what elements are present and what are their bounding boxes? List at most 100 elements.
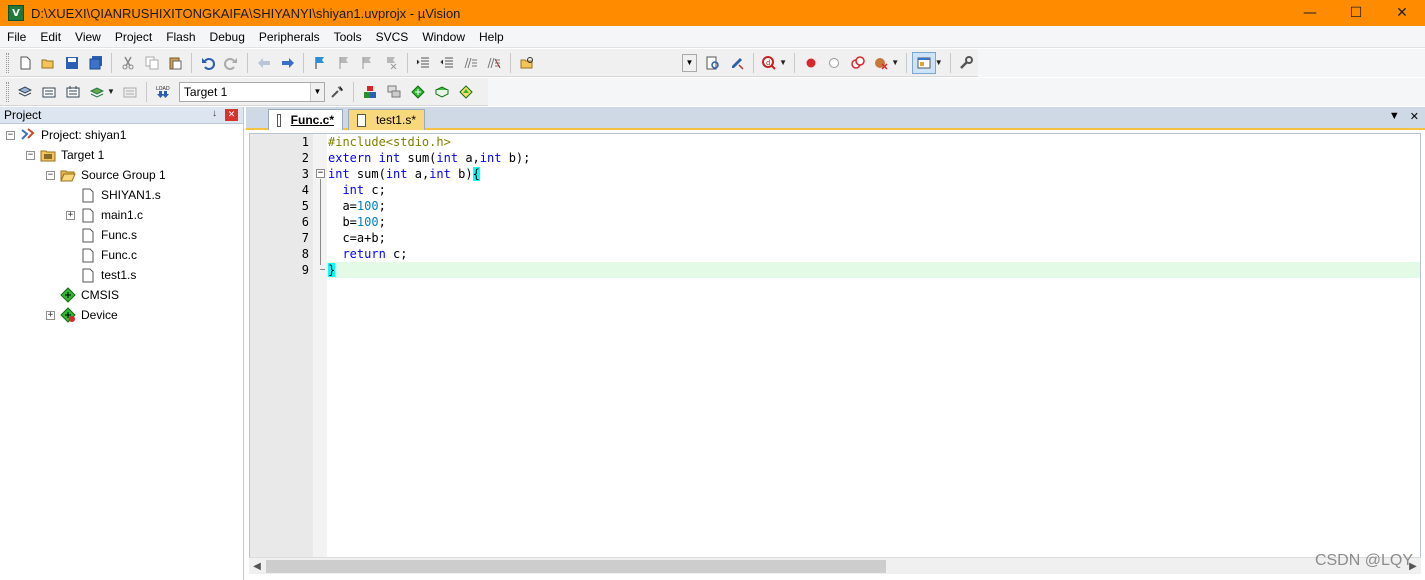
toolbar-grip[interactable]: [6, 81, 9, 102]
menu-edit[interactable]: Edit: [33, 26, 68, 48]
menu-debug[interactable]: Debug: [203, 26, 252, 48]
bookmark-clear-icon[interactable]: [380, 52, 402, 74]
menu-project[interactable]: Project: [108, 26, 159, 48]
file-icon: [80, 207, 96, 223]
translate-icon[interactable]: [14, 81, 36, 103]
cut-icon[interactable]: [117, 52, 139, 74]
close-panel-icon[interactable]: ✕: [225, 109, 238, 121]
pack-installer-icon[interactable]: [455, 81, 477, 103]
collapse-icon[interactable]: −: [6, 130, 15, 140]
menu-view[interactable]: View: [68, 26, 108, 48]
close-tab-icon[interactable]: ✕: [1410, 110, 1419, 123]
bookmark-prev-icon[interactable]: [333, 52, 355, 74]
kill-all-breakpoints-icon[interactable]: [871, 52, 893, 74]
line-number: 7: [301, 231, 309, 245]
tab-func-c[interactable]: Func.c*: [268, 109, 343, 130]
menu-tools[interactable]: Tools: [327, 26, 369, 48]
configure-icon[interactable]: [956, 52, 978, 74]
code-editor[interactable]: 1 2 3 4 5 6 7 8 9 − #include<stdio.h> ex…: [249, 133, 1421, 565]
scrollbar-thumb[interactable]: [266, 560, 886, 573]
breakpoints-dropdown-arrow-icon[interactable]: ▼: [891, 58, 899, 67]
tree-node-cmsis[interactable]: CMSIS: [46, 285, 119, 305]
close-button[interactable]: ✕: [1379, 0, 1425, 26]
manage-multi-project-icon[interactable]: [383, 81, 405, 103]
comment-icon[interactable]: [460, 52, 482, 74]
debug-dropdown-arrow-icon[interactable]: ▼: [779, 58, 787, 67]
tree-node-file[interactable]: SHIYAN1.s: [66, 185, 161, 205]
tree-label-device: Device: [81, 308, 118, 322]
uvision-app-icon[interactable]: V: [8, 5, 24, 21]
navigate-back-icon[interactable]: [253, 52, 275, 74]
undo-icon[interactable]: [197, 52, 219, 74]
toolbar-grip[interactable]: [6, 52, 9, 73]
find-combo-dropdown[interactable]: ▼: [681, 53, 698, 72]
tree-node-file[interactable]: Func.s: [66, 225, 137, 245]
menu-file[interactable]: File: [0, 26, 33, 48]
tree-node-file[interactable]: test1.s: [66, 265, 136, 285]
paste-icon[interactable]: [164, 52, 186, 74]
tree-label-file: Func.c: [101, 248, 138, 262]
batch-dropdown-arrow-icon[interactable]: ▼: [107, 87, 115, 96]
new-file-icon[interactable]: [14, 52, 36, 74]
expand-icon[interactable]: +: [46, 310, 55, 320]
target-options-icon[interactable]: [326, 81, 348, 103]
rebuild-icon[interactable]: [62, 81, 84, 103]
bookmark-toggle-icon[interactable]: [309, 52, 331, 74]
maximize-button[interactable]: ☐: [1333, 0, 1379, 26]
title-bar: V D:\XUEXI\QIANRUSHIXITONGKAIFA\SHIYANYI…: [0, 0, 1425, 26]
menu-peripherals[interactable]: Peripherals: [252, 26, 327, 48]
menu-help[interactable]: Help: [472, 26, 511, 48]
find-in-files-icon[interactable]: [516, 52, 538, 74]
target-select[interactable]: Target 1 ▼: [178, 81, 325, 102]
tree-node-target[interactable]: − Target 1: [26, 145, 104, 165]
find-icon[interactable]: [702, 52, 724, 74]
window-layout-icon[interactable]: [912, 51, 936, 74]
debug-session-icon[interactable]: d: [758, 52, 780, 74]
menu-flash[interactable]: Flash: [159, 26, 202, 48]
tree-node-project[interactable]: − Project: shiyan1: [6, 125, 126, 145]
tree-node-source-group[interactable]: − Source Group 1: [46, 165, 166, 185]
pin-icon[interactable]: ↓: [212, 108, 217, 119]
window-layout-dropdown-arrow-icon[interactable]: ▼: [935, 58, 943, 67]
menu-window[interactable]: Window: [415, 26, 472, 48]
replace-icon[interactable]: [726, 52, 748, 74]
project-panel-title: Project: [4, 108, 42, 122]
open-file-icon[interactable]: [38, 52, 60, 74]
build-icon[interactable]: [38, 81, 60, 103]
navigate-forward-icon[interactable]: [277, 52, 299, 74]
select-software-packs-icon[interactable]: [431, 81, 453, 103]
bookmark-next-icon[interactable]: [356, 52, 378, 74]
expand-icon[interactable]: +: [66, 210, 75, 220]
indent-icon[interactable]: [413, 52, 435, 74]
build-toolbar: ▼ LOAD Target 1 ▼: [0, 78, 488, 106]
tree-node-file[interactable]: Func.c: [66, 245, 137, 265]
copy-icon[interactable]: [141, 52, 163, 74]
fold-toggle-icon[interactable]: −: [316, 169, 325, 178]
save-all-icon[interactable]: [85, 52, 107, 74]
scroll-left-icon[interactable]: ◀: [250, 559, 264, 574]
batch-build-icon[interactable]: [86, 81, 108, 103]
save-icon[interactable]: [61, 52, 83, 74]
tree-node-file[interactable]: + main1.c: [66, 205, 143, 225]
uncomment-icon[interactable]: [483, 52, 505, 74]
menu-svcs[interactable]: SVCS: [369, 26, 416, 48]
disable-all-breakpoints-icon[interactable]: [847, 52, 869, 74]
horizontal-scrollbar[interactable]: ◀ ▶: [249, 557, 1421, 574]
file-icon: [357, 113, 366, 127]
collapse-icon[interactable]: −: [46, 170, 55, 180]
file-extensions-icon[interactable]: [359, 81, 381, 103]
chevron-down-icon[interactable]: ▼: [309, 82, 324, 101]
tree-node-device[interactable]: + Device: [46, 305, 118, 325]
enable-breakpoint-icon[interactable]: [824, 52, 846, 74]
tab-test1-s[interactable]: test1.s*: [348, 109, 425, 130]
download-icon[interactable]: LOAD: [152, 81, 174, 103]
insert-breakpoint-icon[interactable]: [800, 52, 822, 74]
collapse-icon[interactable]: −: [26, 150, 35, 160]
unindent-icon[interactable]: [436, 52, 458, 74]
stop-build-icon[interactable]: [119, 81, 141, 103]
minimize-button[interactable]: —: [1287, 0, 1333, 26]
manage-run-time-environment-icon[interactable]: [407, 81, 429, 103]
tree-label-target: Target 1: [61, 148, 105, 162]
tab-list-dropdown-icon[interactable]: ▼: [1389, 110, 1400, 123]
redo-icon[interactable]: [221, 52, 243, 74]
